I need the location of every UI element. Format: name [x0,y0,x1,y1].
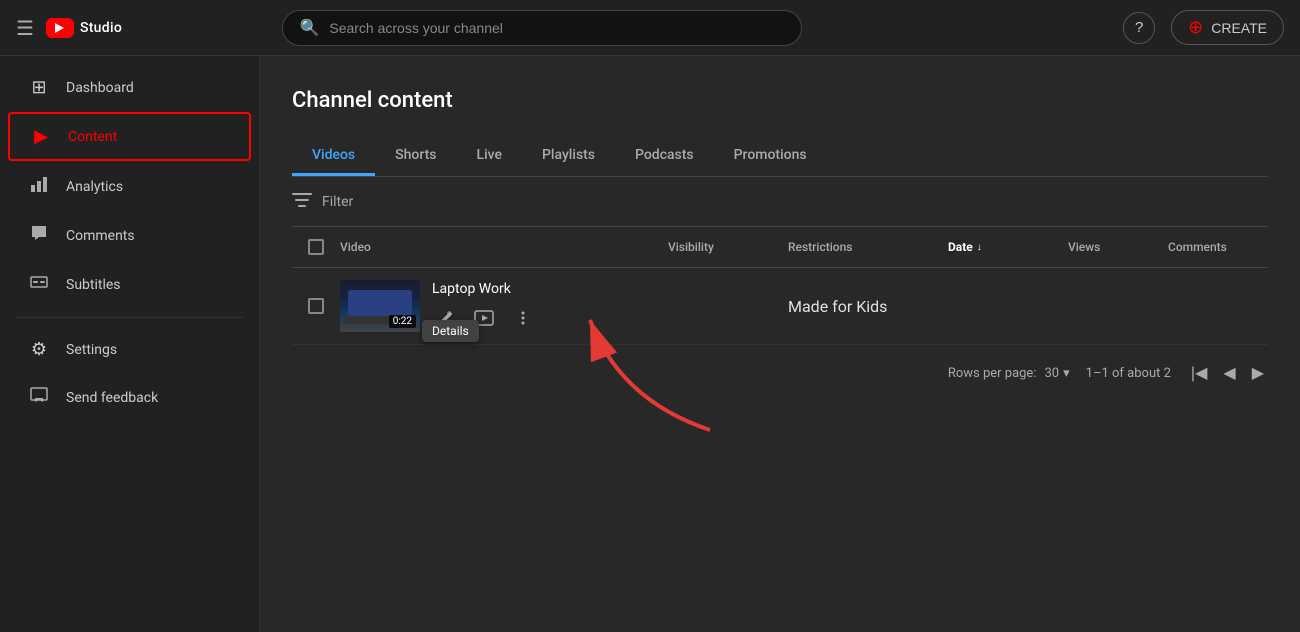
sidebar-label-settings: Settings [66,342,117,358]
sidebar-label-dashboard: Dashboard [66,80,134,96]
sidebar-item-settings[interactable]: ⚙ Settings [8,327,251,372]
video-title: Laptop Work [432,281,536,297]
sidebar-item-content[interactable]: ▶ Content [8,112,251,161]
content-icon: ▶ [30,126,52,147]
studio-label: Studio [80,20,122,36]
rows-dropdown-icon: ▾ [1063,366,1070,381]
video-actions: Details [432,305,536,331]
page-title: Channel content [292,88,1268,113]
sidebar-divider [16,317,243,318]
comments-icon [28,224,50,247]
sidebar-item-analytics[interactable]: Analytics [8,163,251,210]
duration-badge: 0:22 [389,315,416,328]
filter-bar: Filter [292,177,1268,227]
header-check [292,239,340,255]
header-date: Date ↓ [948,240,1068,254]
more-options-button[interactable] [510,305,536,331]
rows-value: 30 [1044,366,1059,381]
sort-arrow-icon: ↓ [977,242,982,253]
details-tooltip: Details [422,320,479,342]
feedback-icon [28,386,50,409]
search-input[interactable] [329,20,785,36]
header-visibility: Visibility [668,240,788,254]
create-icon: ⊕ [1188,17,1203,38]
header-views: Views [1068,240,1168,254]
sidebar-item-dashboard[interactable]: ⊞ Dashboard [8,65,251,110]
analytics-icon [28,175,50,198]
sidebar-item-subtitles[interactable]: Subtitles [8,261,251,308]
prev-page-button[interactable]: ◀ [1219,359,1239,387]
video-cell: 0:22 Laptop Work [340,280,668,332]
select-all-checkbox[interactable] [308,239,324,255]
rows-per-page-label: Rows per page: [948,366,1037,381]
header-restrictions: Restrictions [788,240,948,254]
sidebar-label-feedback: Send feedback [66,390,158,406]
page-navigation: |◀ ◀ ▶ [1187,359,1268,387]
search-bar[interactable]: 🔍 [282,10,802,46]
sidebar-label-subtitles: Subtitles [66,277,121,293]
sidebar-label-analytics: Analytics [66,179,123,195]
filter-label: Filter [322,194,353,210]
thumbnail-wrap: 0:22 [340,280,420,332]
tabs: Videos Shorts Live Playlists Podcasts Pr… [292,137,1268,177]
create-label: CREATE [1211,20,1267,36]
rows-per-page: Rows per page: 30 ▾ [948,366,1070,381]
row-restrictions: Made for Kids [788,297,948,316]
first-page-button[interactable]: |◀ [1187,359,1211,387]
table-footer: Rows per page: 30 ▾ 1–1 of about 2 |◀ ◀ … [292,345,1268,401]
filter-icon [292,191,312,212]
tab-podcasts[interactable]: Podcasts [615,137,714,176]
sidebar-label-comments: Comments [66,228,135,244]
topnav-left: ☰ Studio [16,16,122,40]
main-layout: ⊞ Dashboard ▶ Content Analytics [0,56,1300,632]
table: Video Visibility Restrictions Date ↓ Vie… [292,227,1268,401]
topnav-right: ? ⊕ CREATE [1123,10,1284,45]
pagination-info: 1–1 of about 2 [1086,366,1171,381]
settings-icon: ⚙ [28,339,50,360]
sidebar-label-content: Content [68,129,117,145]
sidebar-item-comments[interactable]: Comments [8,212,251,259]
tab-playlists[interactable]: Playlists [522,137,615,176]
row-checkbox[interactable] [308,298,324,314]
tab-videos[interactable]: Videos [292,137,375,176]
row-check [292,298,340,314]
tab-live[interactable]: Live [457,137,522,176]
search-icon: 🔍 [299,18,319,37]
dashboard-icon: ⊞ [28,77,50,98]
youtube-logo: Studio [46,18,122,38]
tab-promotions[interactable]: Promotions [714,137,827,176]
table-row: 0:22 Laptop Work [292,268,1268,345]
tab-shorts[interactable]: Shorts [375,137,456,176]
content-area: Channel content Videos Shorts Live Playl… [260,56,1300,632]
sidebar: ⊞ Dashboard ▶ Content Analytics [0,56,260,632]
help-button[interactable]: ? [1123,12,1155,44]
rows-select[interactable]: 30 ▾ [1044,366,1069,381]
video-info: Laptop Work [432,281,536,331]
subtitles-icon [28,273,50,296]
menu-icon[interactable]: ☰ [16,16,34,40]
yt-icon [46,18,74,38]
sidebar-item-feedback[interactable]: Send feedback [8,374,251,421]
next-page-button[interactable]: ▶ [1248,359,1268,387]
header-video: Video [340,240,668,254]
create-button[interactable]: ⊕ CREATE [1171,10,1284,45]
table-header: Video Visibility Restrictions Date ↓ Vie… [292,227,1268,268]
topnav: ☰ Studio 🔍 ? ⊕ CREATE [0,0,1300,56]
header-comments: Comments [1168,240,1268,254]
